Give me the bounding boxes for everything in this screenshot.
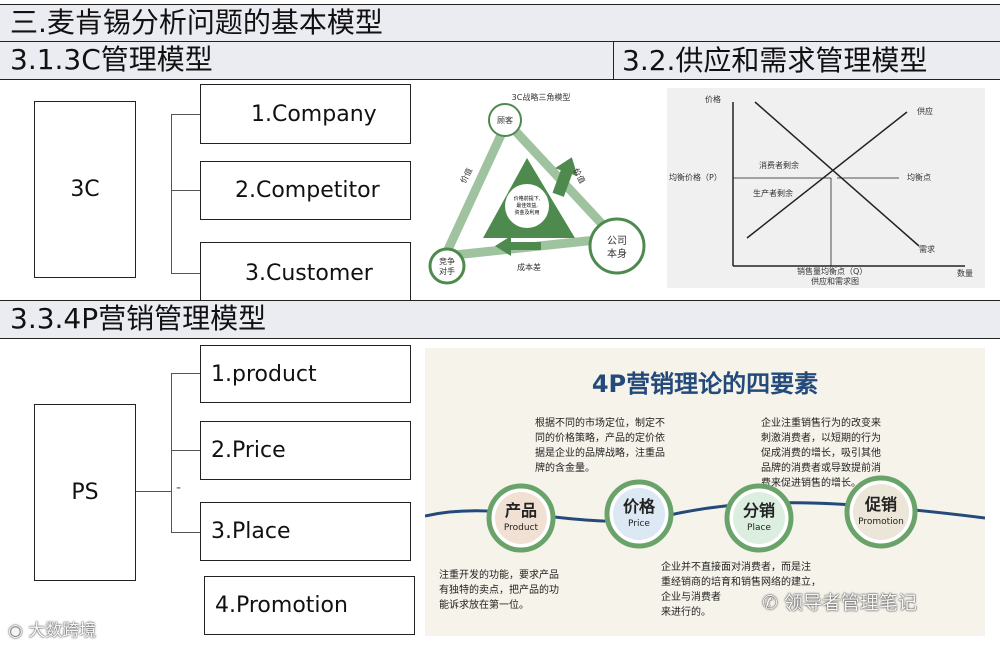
center-text-2: 最佳效益, — [516, 202, 538, 209]
page: 三.麦肯锡分析问题的基本模型 3.1.3C管理模型 3.2.供应和需求管理模型 … — [0, 0, 1000, 646]
watermark-right: ✆ 领导者管理笔记 — [762, 588, 917, 615]
poster-text-tr-2: 刺激消费者，以短期的行为 — [761, 431, 881, 444]
node-price: 2.Price — [200, 421, 411, 480]
node-price-label: 2.Price — [211, 438, 286, 463]
center-text-1: 价格前提下, — [514, 195, 541, 202]
y-axis-label: 价格 — [705, 94, 721, 104]
poster-text-br-1: 企业并不直接面对消费者，而是注 — [661, 560, 811, 573]
root-ps-box: PS — [34, 404, 136, 581]
bottom-arrow-label: 成本差 — [517, 262, 541, 272]
poster-text-bl-2: 有独特的卖点，把产品的功 — [439, 583, 559, 596]
poster-text-tl-2: 同的价格策略，产品的定价依 — [535, 431, 665, 444]
supply-label: 供应 — [917, 106, 933, 116]
center-text-3: 资金及利用 — [514, 209, 539, 216]
competitor-node-label-1: 竞争 — [439, 256, 455, 266]
ps-connector-vertical — [171, 373, 172, 533]
eq-price-label: 均衡价格（P） — [669, 172, 722, 182]
node-competitor: 2.Competitor — [200, 161, 411, 220]
circle-promotion-cn: 促销 — [864, 495, 897, 514]
right-arrow-label: 价值 — [571, 166, 587, 185]
wechat-icon: ✆ — [762, 592, 778, 614]
poster-text-bl-3: 能诉求放在第一位。 — [439, 598, 529, 611]
circle-place-en: Place — [747, 523, 771, 533]
ps-connector-root — [136, 491, 172, 492]
producer-surplus-label: 生产者剩余 — [753, 188, 793, 198]
poster-text-br-3: 企业与消费者 — [661, 590, 721, 603]
node-customer-label: 3.Customer — [245, 261, 373, 286]
circle-product-cn: 产品 — [505, 501, 537, 520]
demand-line — [754, 101, 920, 247]
circle-place-cn: 分销 — [743, 501, 775, 520]
company-node-label-2: 本身 — [607, 247, 627, 260]
poster-text-tl-4: 牌的含金量。 — [535, 461, 595, 474]
watermark-left: ◉ 大数跨境 — [8, 616, 96, 641]
poster-text-tr-4: 品牌的消费者或导致提前消 — [761, 461, 881, 474]
node-promotion-label: 4.Promotion — [215, 593, 348, 618]
section-31-title: 3.1.3C管理模型 — [10, 43, 213, 76]
circle-product-en: Product — [504, 523, 539, 533]
header-divider — [613, 42, 614, 80]
section-33-header: 3.3.4P营销管理模型 — [0, 300, 1000, 339]
supply-line — [746, 111, 908, 239]
customer-node-label: 顾客 — [497, 115, 513, 125]
circle-price-en: Price — [628, 519, 650, 529]
section-33-title: 3.3.4P营销管理模型 — [10, 302, 267, 335]
ps-connector-2 — [171, 450, 200, 451]
connector-3 — [171, 273, 200, 274]
node-customer: 3.Customer — [200, 242, 411, 300]
ps-dash: - — [176, 480, 182, 496]
3c-triangle-diagram: 3C战略三角模型 价格前提下, 最佳效益, 资金及利用 价值 成本差 价值 顾客… — [428, 92, 646, 285]
left-arrow-label: 价值 — [458, 166, 474, 185]
poster-title: 4P营销理论的四要素 — [592, 370, 818, 398]
circle-product: 产品 Product — [486, 483, 556, 553]
consumer-surplus-label: 消费者剩余 — [759, 160, 799, 170]
node-product-label: 1.product — [211, 361, 317, 387]
poster-text-tr-3: 促成消费的增长，吸引其他 — [761, 446, 881, 459]
connector-vertical — [171, 114, 172, 274]
demand-label: 需求 — [919, 244, 935, 254]
node-competitor-label: 2.Competitor — [235, 178, 380, 203]
graph-caption: 供应和需求图 — [811, 276, 859, 286]
watermark-left-text: 大数跨境 — [28, 621, 97, 641]
circle-place: 分销 Place — [724, 483, 794, 553]
node-company-label: 1.Company — [251, 101, 377, 127]
circle-promotion: 促销 Promotion — [844, 475, 918, 549]
competitor-node — [428, 247, 466, 285]
section-3-title: 三.麦肯锡分析问题的基本模型 — [10, 6, 383, 39]
poster-text-br-2: 重经销商的培育和销售网络的建立， — [661, 575, 821, 588]
ps-connector-1 — [171, 373, 200, 374]
x-axis-label: 数量 — [957, 268, 973, 278]
connector-2 — [171, 190, 200, 191]
node-promotion: 4.Promotion — [204, 576, 415, 635]
circle-price: 价格 Price — [604, 479, 674, 549]
watermark-right-text: 领导者管理笔记 — [783, 592, 917, 614]
node-place-label: 3.Place — [211, 519, 291, 544]
eq-point-label: 均衡点 — [907, 172, 931, 182]
diagram-title: 3C战略三角模型 — [512, 92, 571, 102]
poster-text-tl-3: 据是企业的品牌战略，注重品 — [535, 446, 665, 459]
competitor-node-label-2: 对手 — [439, 266, 455, 276]
supply-demand-graph: 价格 数量 供应 需求 均衡价格（P） 均衡点 消费者剩余 生产者剩余 销售量均… — [667, 88, 985, 288]
node-place: 3.Place — [200, 502, 411, 561]
section-32-title: 3.2.供应和需求管理模型 — [622, 44, 928, 77]
poster-text-bl-1: 注重开发的功能，要求产品 — [439, 568, 559, 581]
poster-text-tl-1: 根据不同的市场定位，制定不 — [535, 416, 665, 429]
connector-1 — [171, 114, 200, 115]
company-node-label-1: 公司 — [607, 236, 627, 247]
circle-price-cn: 价格 — [623, 497, 656, 516]
node-company: 1.Company — [200, 84, 411, 144]
circle-promotion-en: Promotion — [858, 517, 904, 527]
poster-text-tr-5: 费来促进销售的增长。 — [761, 476, 861, 489]
eq-qty-label: 销售量均衡点（Q） — [797, 266, 867, 276]
weibo-icon: ◉ — [8, 621, 23, 641]
root-3c-label: 3C — [70, 177, 100, 202]
poster-text-tr-1: 企业注重销售行为的改变来 — [761, 416, 881, 429]
node-product: 1.product — [200, 345, 411, 403]
root-3c-box: 3C — [34, 101, 136, 278]
section-3-header: 三.麦肯锡分析问题的基本模型 — [0, 4, 1000, 42]
root-ps-label: PS — [71, 480, 99, 505]
poster-text-br-4: 来进行的。 — [661, 605, 711, 618]
ps-connector-3 — [171, 532, 200, 533]
